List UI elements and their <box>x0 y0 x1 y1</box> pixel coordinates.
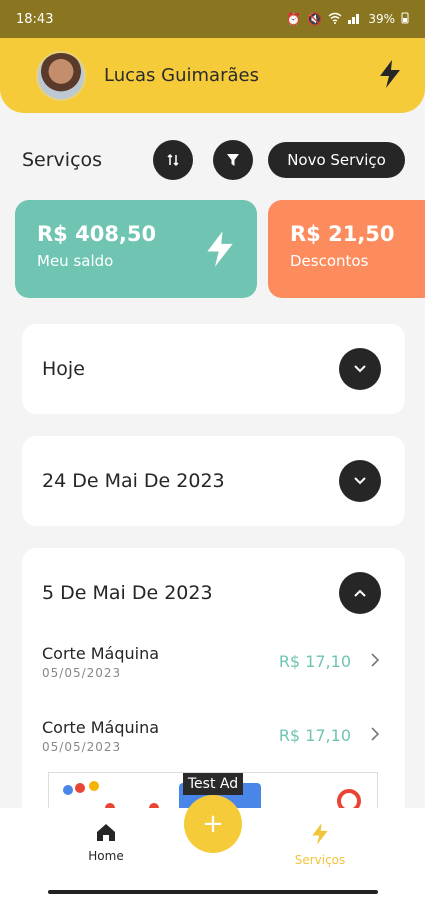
add-button[interactable]: + <box>184 795 242 853</box>
services-toolbar: Serviços Novo Serviço <box>22 140 407 180</box>
discount-amount: R$ 21,50 <box>290 222 395 246</box>
chevron-down-icon <box>354 477 366 485</box>
app-header: Lucas Guimarães <box>0 38 425 113</box>
chevron-down-icon <box>354 365 366 373</box>
signal-icon <box>348 12 362 27</box>
gesture-handle[interactable] <box>48 890 378 894</box>
chevron-up-icon <box>354 589 366 597</box>
mute-icon: 🔇 <box>307 12 323 26</box>
ad-label: Test Ad <box>183 773 243 795</box>
new-service-button[interactable]: Novo Serviço <box>268 142 405 178</box>
balance-card[interactable]: R$ 408,50 Meu saldo <box>15 200 257 298</box>
home-icon <box>97 824 115 841</box>
status-icons: ⏰ 🔇 39% <box>286 12 409 27</box>
date-group: 24 De Mai De 2023 <box>22 436 405 526</box>
service-price: R$ 17,10 <box>278 652 351 671</box>
sort-button[interactable] <box>153 140 193 180</box>
bolt-icon <box>203 230 237 272</box>
date-group-title: 5 De Mai De 2023 <box>42 582 213 604</box>
discount-label: Descontos <box>290 252 369 270</box>
date-group: Hoje <box>22 324 405 414</box>
status-bar: 18:43 ⏰ 🔇 39% <box>0 0 425 38</box>
date-group-title: 24 De Mai De 2023 <box>42 470 225 492</box>
date-group-title: Hoje <box>42 358 85 380</box>
service-price: R$ 17,10 <box>278 726 351 745</box>
status-time: 18:43 <box>16 11 54 27</box>
filter-icon <box>227 154 239 166</box>
battery-level: 39% <box>368 12 395 26</box>
date-group-header[interactable]: 5 De Mai De 2023 <box>22 548 405 638</box>
expand-button[interactable] <box>339 348 381 390</box>
date-group-header[interactable]: 24 De Mai De 2023 <box>22 436 405 526</box>
battery-icon <box>401 12 409 27</box>
filter-button[interactable] <box>213 140 253 180</box>
wifi-icon <box>328 12 342 27</box>
discount-card[interactable]: R$ 21,50 Descontos <box>268 200 425 298</box>
avatar[interactable] <box>36 50 86 101</box>
bolt-icon <box>312 823 328 845</box>
nav-services-label: Serviços <box>294 853 346 867</box>
nav-home[interactable]: Home <box>66 822 146 863</box>
expand-button[interactable] <box>339 460 381 502</box>
user-name: Lucas Guimarães <box>104 65 259 86</box>
page-title: Serviços <box>22 149 103 171</box>
service-item[interactable]: Corte Máquina 05/05/2023 R$ 17,10 <box>22 638 405 712</box>
collapse-button[interactable] <box>339 572 381 614</box>
nav-services[interactable]: Serviços <box>280 822 360 867</box>
chevron-right-icon <box>371 726 380 745</box>
chevron-right-icon <box>371 652 380 671</box>
bolt-icon[interactable] <box>377 59 403 93</box>
sort-icon <box>167 153 179 167</box>
alarm-icon: ⏰ <box>286 12 302 26</box>
nav-home-label: Home <box>88 849 124 863</box>
date-group-header[interactable]: Hoje <box>22 324 405 414</box>
